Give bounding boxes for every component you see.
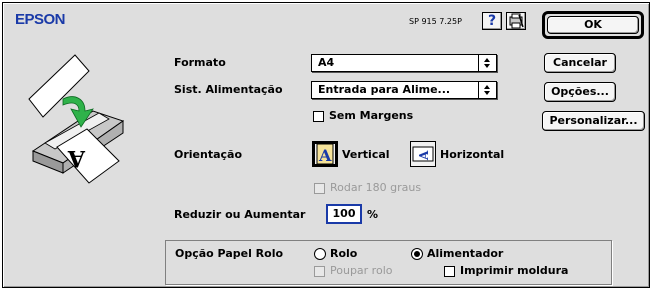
- roll-radio-label[interactable]: Rolo: [330, 247, 357, 260]
- svg-text:A: A: [318, 146, 332, 165]
- svg-text:A: A: [67, 145, 86, 171]
- orientation-horizontal-label[interactable]: Horizontal: [440, 148, 504, 161]
- cancel-button[interactable]: Cancelar: [544, 53, 616, 73]
- scale-label: Reduzir ou Aumentar: [174, 208, 306, 221]
- portrait-icon[interactable]: A: [312, 141, 338, 167]
- roll-option-label: Opção Papel Rolo: [175, 247, 284, 260]
- paper-source-select[interactable]: Entrada para Alime...: [311, 81, 497, 99]
- format-value: A4: [318, 56, 335, 69]
- feeder-radio-label[interactable]: Alimentador: [427, 247, 503, 260]
- help-button[interactable]: ?: [482, 12, 502, 30]
- epson-logo: EPSON: [15, 11, 66, 28]
- save-roll-checkbox[interactable]: [314, 266, 325, 277]
- paper-feed-illustration: A: [23, 51, 153, 186]
- page-setup-dialog: EPSON SP 915 7.25P ? OK Cancelar Opções.…: [2, 2, 650, 288]
- popup-arrows-icon: [478, 82, 496, 98]
- paper-source-label: Sist. Alimentação: [174, 83, 283, 96]
- feeder-radio[interactable]: [411, 248, 423, 260]
- options-button[interactable]: Opções...: [544, 82, 616, 102]
- format-select[interactable]: A4: [311, 54, 497, 72]
- svg-text:A: A: [417, 150, 431, 161]
- printer-utility-icon: [509, 13, 524, 29]
- orientation-label: Orientação: [174, 148, 243, 161]
- save-roll-label: Poupar rolo: [330, 264, 393, 277]
- landscape-icon[interactable]: A: [410, 141, 436, 167]
- orientation-vertical-label[interactable]: Vertical: [342, 148, 390, 161]
- paper-source-value: Entrada para Alime...: [318, 83, 451, 96]
- borderless-checkbox[interactable]: [313, 111, 324, 122]
- ok-button[interactable]: OK: [547, 16, 639, 34]
- print-frame-checkbox[interactable]: [444, 266, 455, 277]
- rotate180-checkbox[interactable]: [314, 183, 325, 194]
- popup-arrows-icon: [478, 55, 496, 71]
- rotate180-label: Rodar 180 graus: [330, 181, 422, 194]
- scale-unit: %: [367, 208, 379, 221]
- driver-version: SP 915 7.25P: [409, 17, 462, 26]
- utility-button[interactable]: [506, 12, 526, 30]
- roll-radio[interactable]: [314, 248, 326, 260]
- print-frame-label[interactable]: Imprimir moldura: [460, 264, 568, 277]
- borderless-label[interactable]: Sem Margens: [329, 109, 413, 122]
- ok-button-default-ring: OK: [542, 11, 644, 39]
- format-label: Formato: [174, 56, 226, 69]
- customize-button[interactable]: Personalizar...: [542, 111, 645, 131]
- scale-input[interactable]: 100: [326, 204, 362, 224]
